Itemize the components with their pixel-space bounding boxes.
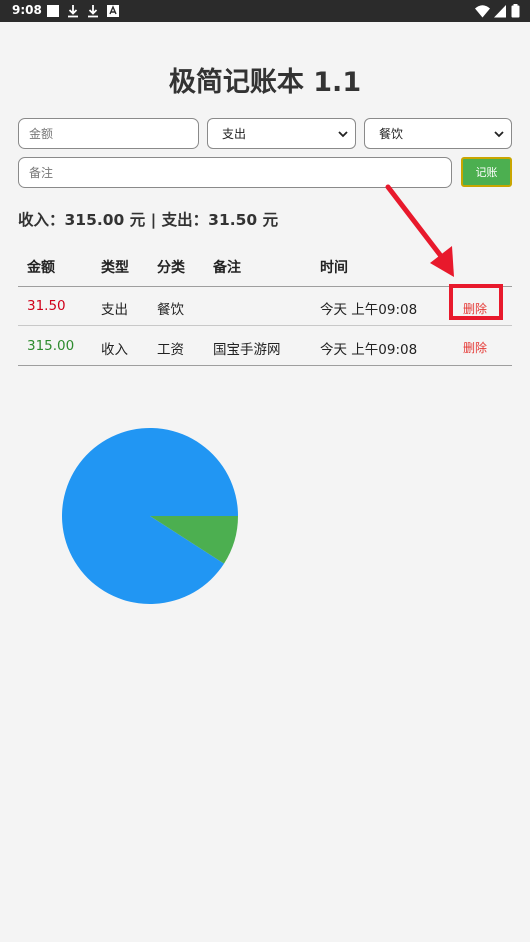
table-bottom-divider — [18, 365, 512, 366]
row-note: 国宝手游网 — [213, 342, 281, 358]
row-time: 今天 上午09:08 — [320, 302, 418, 318]
app-square-icon — [47, 5, 59, 17]
row-time: 今天 上午09:08 — [320, 342, 418, 358]
category-select-value: 餐饮 — [379, 127, 404, 141]
record-button-label: 记账 — [475, 166, 498, 179]
annotation-arrow — [385, 184, 454, 277]
type-select[interactable]: 支出 — [207, 118, 356, 149]
pie-chart — [62, 428, 238, 604]
note-placeholder: 备注 — [29, 166, 54, 180]
row-amount: 31.50 — [27, 298, 66, 314]
download-icon — [88, 5, 98, 18]
row-category: 餐饮 — [157, 302, 184, 318]
row-type: 支出 — [101, 302, 128, 318]
signal-icon — [494, 4, 506, 17]
download-icon — [68, 5, 78, 18]
page-title: 极简记账本 1.1 — [168, 67, 362, 98]
row-type: 收入 — [101, 342, 128, 358]
annotation-highlight-box — [449, 284, 503, 320]
header-note: 备注 — [213, 260, 241, 276]
wifi-icon — [475, 4, 490, 17]
header-category: 分类 — [157, 260, 185, 276]
header-type: 类型 — [101, 260, 129, 276]
status-bar: 9:08 — [0, 0, 530, 22]
category-select[interactable]: 餐饮 — [364, 118, 512, 149]
summary-totals: 收入：315.00 元 | 支出：31.50 元 — [18, 211, 279, 229]
row-divider — [18, 325, 512, 326]
translate-icon — [107, 5, 119, 17]
status-time: 9:08 — [12, 3, 42, 17]
chevron-down-icon — [494, 131, 504, 138]
amount-input[interactable]: 金额 — [18, 118, 199, 149]
battery-icon — [511, 4, 520, 18]
chevron-down-icon — [338, 131, 348, 138]
type-select-value: 支出 — [222, 127, 247, 141]
row-category: 工资 — [157, 342, 184, 358]
row-amount: 315.00 — [27, 338, 75, 354]
header-time: 时间 — [320, 260, 348, 276]
amount-placeholder: 金额 — [29, 127, 54, 141]
delete-button[interactable]: 删除 — [463, 339, 487, 356]
header-amount: 金额 — [27, 260, 55, 276]
